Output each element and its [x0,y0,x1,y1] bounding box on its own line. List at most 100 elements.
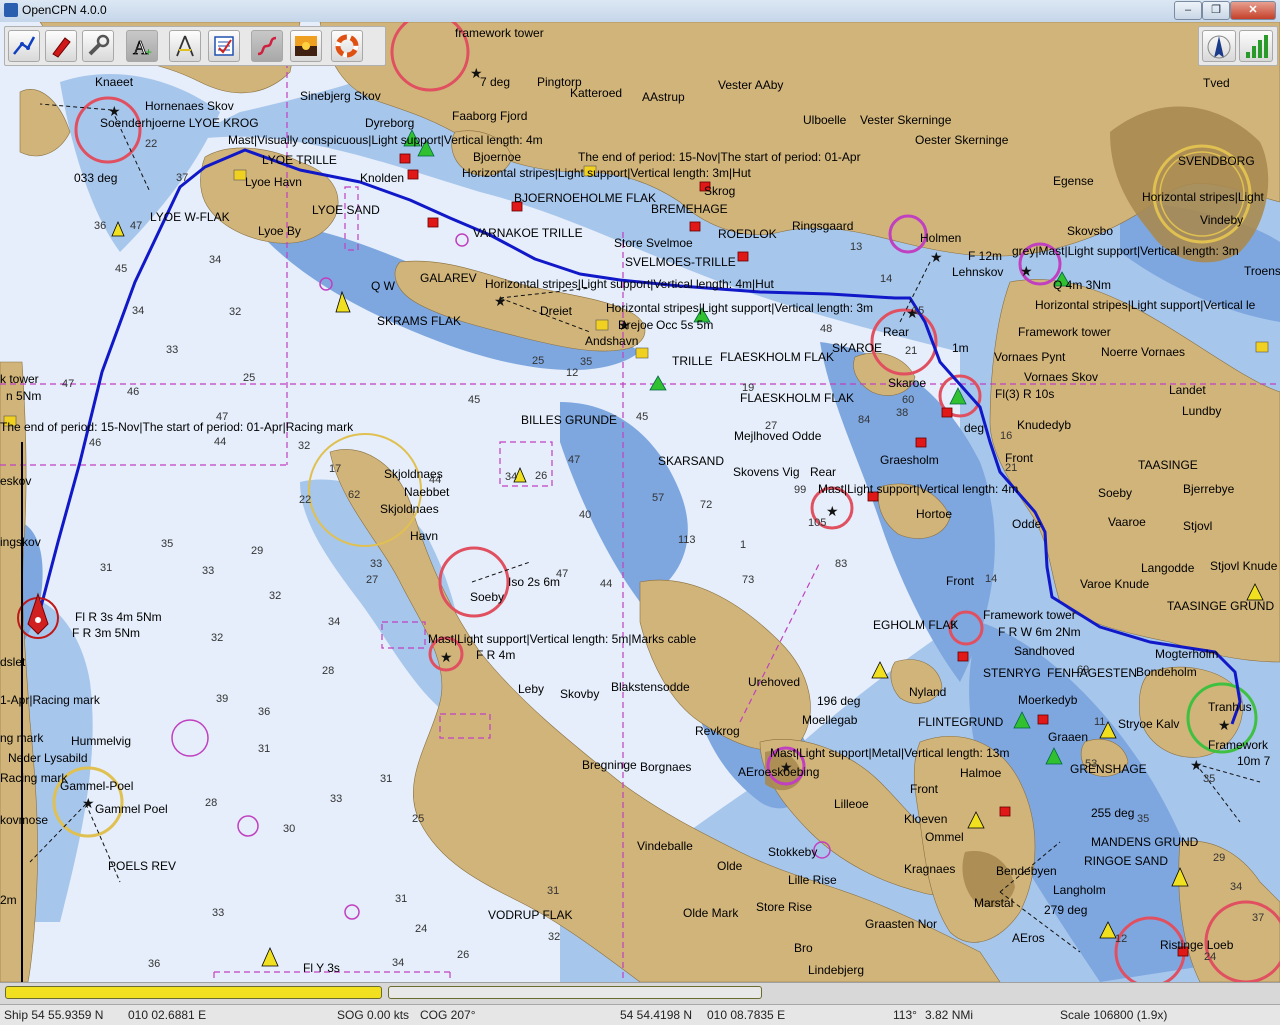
chart-label: Troense [1244,264,1280,278]
chart-label: SKAROE [832,341,882,355]
chart-label: Marstal [974,896,1013,910]
chart-label: 7 deg [480,75,510,89]
cursor-bearing: 113° [893,1008,917,1022]
chart-label: 279 deg [1044,903,1087,917]
chart-label: Katteroed [570,86,622,100]
depth-sounding: 37 [1252,912,1264,924]
route-icon [13,36,36,55]
depth-sounding: 31 [395,893,407,905]
chart-label: Lyoe By [258,224,301,238]
depth-sounding: 44 [600,578,612,590]
chart-label: Mast|Light support|Vertical length: 5m|M… [428,632,696,646]
depth-sounding: 40 [579,509,591,521]
chart-label: F R W 6m 2Nm [998,625,1081,639]
chart-label: SVENDBORG [1178,154,1255,168]
restore-button[interactable]: ❐ [1202,1,1230,20]
depth-sounding: 57 [652,492,664,504]
chart-label: Store Svelmoe [614,236,693,250]
chart-bar-left[interactable] [5,986,382,999]
depth-sounding: 32 [211,632,223,644]
track-tool-button[interactable] [251,30,283,62]
chart-label: framework tower [455,26,544,40]
chart-label: Gammel Poel [95,802,168,816]
chart-label: BILLES GRUNDE [521,413,617,427]
chart-label: GRENSHAGE [1070,762,1147,776]
gps-signal-indicator[interactable] [1239,30,1273,62]
chart-label: TAASINGE [1138,458,1198,472]
depth-sounding: 26 [535,470,547,482]
chart-label: F R 4m [476,648,515,662]
chart-label: Sinebjerg Skov [300,89,381,103]
chart-label: Horizontal stripes|Light support|Vertica… [606,301,873,315]
chart-label: Vaaroe [1108,515,1146,529]
depth-sounding: 44 [214,436,226,448]
chart-label: AEroeskoebing [738,765,819,779]
chart-label: Ringsgaard [792,219,853,233]
depth-sounding: 15 [912,305,924,317]
colour-scheme-tool-button[interactable] [290,30,322,62]
route-tool-button[interactable] [8,30,40,62]
depth-sounding: 84 [858,414,870,426]
depth-sounding: 26 [457,949,469,961]
depth-sounding: 32 [229,306,241,318]
route-manager-tool-button[interactable] [208,30,240,62]
chart-label: Store Rise [756,900,812,914]
chart-label: Langodde [1141,561,1195,575]
chart-label: Graaen [1048,730,1088,744]
chart-canvas[interactable]: ★ ★ ★ ★ ★ ★ ★ ★ ★ ★ ★ ★ ★ 22 37 36 47 45… [0,22,1280,982]
app-icon [4,3,18,17]
chart-label: 2m [0,893,17,907]
chart-label: Olde Mark [683,906,739,920]
depth-sounding: 35 [1137,813,1149,825]
chart-label: Bondeholm [1136,665,1197,679]
depth-sounding: 22 [145,138,157,150]
chart-bar [0,982,1280,1005]
chart-label: BREMEHAGE [651,202,728,216]
chart-label: Framework tower [983,608,1076,622]
depth-sounding: 25 [532,355,544,367]
mob-tool-button[interactable] [331,30,363,62]
chart-label: TRILLE [672,354,713,368]
chart-label: 1m [952,341,969,355]
depth-sounding: 34 [505,471,517,483]
chart-label: Mejlhoved Odde [734,429,822,443]
ship-tool-button[interactable] [45,30,77,62]
compass-indicator[interactable] [1202,30,1236,62]
chart-label: Graesholm [880,453,939,467]
chart-label: Oester Skerninge [915,133,1009,147]
svg-text:★: ★ [1020,263,1033,279]
chart-label: LYOE TRILLE [262,153,337,167]
chart-label: Bendebyen [996,864,1057,878]
depth-sounding: 25 [412,813,424,825]
chart-label: Stokkeby [768,845,817,859]
chart-label: Mast|Visually conspicuous|Light support|… [228,133,543,147]
chart-label: dslet [0,655,26,669]
measure-tool-button[interactable] [169,30,201,62]
depth-sounding: 113 [678,534,696,546]
chart-label: Revkrog [695,724,740,738]
chart-label: Egense [1053,174,1094,188]
chart-label: Borgnaes [640,760,691,774]
chart-label: The end of period: 15-Nov|The start of p… [578,150,861,164]
chart-label: Halmoe [960,766,1002,780]
minimize-button[interactable]: – [1174,1,1202,20]
svg-text:★: ★ [440,649,453,665]
settings-tool-button[interactable] [82,30,114,62]
window-title: OpenCPN 4.0.0 [22,3,107,17]
chart-label: LYOE W-FLAK [150,210,230,224]
chart-label: Bro [794,941,813,955]
main-toolbar: A + [4,26,386,66]
chart-label: Front [910,782,939,796]
close-button[interactable]: ✕ [1230,1,1276,20]
status-bar: Ship 54 55.9359 N 010 02.6881 E SOG 0.00… [0,1004,1280,1025]
chart-bar-right[interactable] [388,986,762,999]
depth-sounding: 45 [636,411,648,423]
depth-sounding: 47 [62,378,74,390]
chart-label: Mast|Light support|Vertical length: 4m [818,482,1018,496]
chart-label: EGHOLM FLAK [873,618,958,632]
depth-sounding: 45 [468,394,480,406]
depth-sounding: 22 [299,494,311,506]
chart-label: Knolden [360,171,404,185]
depth-sounding: 34 [328,616,340,628]
text-tool-button[interactable]: A + [126,30,158,62]
